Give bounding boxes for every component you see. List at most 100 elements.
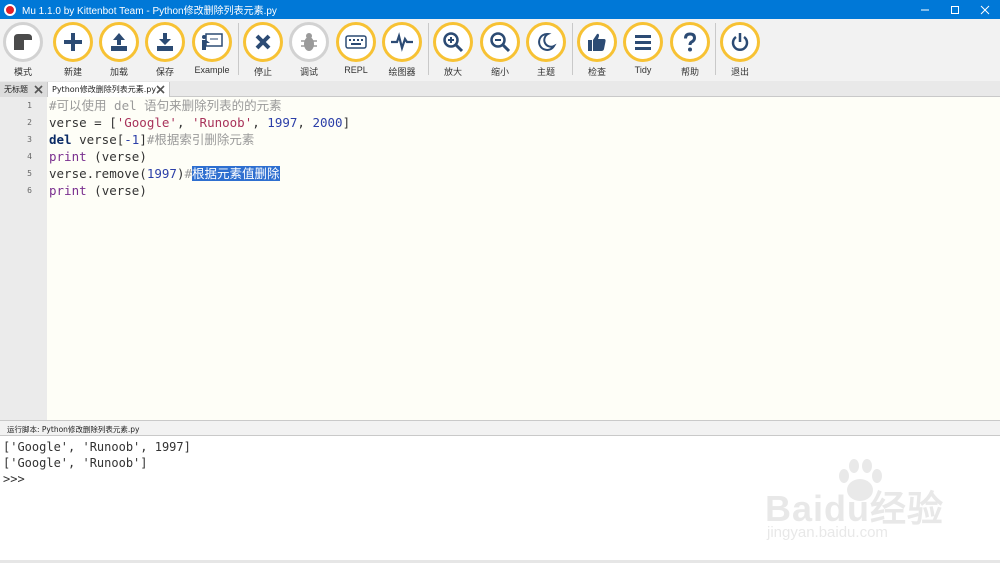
- output-console[interactable]: ['Google', 'Runoob', 1997] ['Google', 'R…: [0, 436, 1000, 560]
- quit-button-label: 退出: [730, 67, 749, 77]
- code-text: #可以使用 del 语句来删除列表的的元素: [49, 97, 282, 114]
- code-token: verse[: [71, 132, 125, 147]
- theme-button-label: 主题: [536, 67, 555, 77]
- check-button[interactable]: 检查: [574, 22, 620, 80]
- help-button[interactable]: 帮助: [667, 22, 713, 80]
- new-button-label: 新建: [63, 67, 82, 77]
- close-icon: [255, 34, 271, 50]
- tidy-button-label: Tidy: [634, 65, 652, 75]
- new-button[interactable]: 新建: [50, 22, 96, 80]
- tidy-button[interactable]: Tidy: [620, 22, 666, 80]
- code-token: print: [49, 149, 87, 164]
- code-line[interactable]: 5 verse.remove(1997)#根据元素值删除: [0, 165, 1000, 182]
- close-icon: [980, 5, 990, 14]
- code-token: ,: [252, 115, 268, 130]
- pulse-icon: [391, 32, 413, 52]
- save-button[interactable]: 保存: [142, 22, 188, 80]
- toolbar-separator: [715, 23, 716, 75]
- close-icon[interactable]: [34, 85, 43, 94]
- thumbs-up-icon: [588, 33, 606, 51]
- quit-button[interactable]: 退出: [717, 22, 763, 80]
- upload-icon: [111, 33, 127, 51]
- check-button-label: 检查: [587, 67, 606, 77]
- code-token: #: [184, 166, 193, 181]
- zoom-out-button-label: 缩小: [490, 67, 509, 77]
- plotter-button[interactable]: 绘图器: [379, 22, 425, 80]
- power-icon: [731, 33, 749, 51]
- keyboard-icon: [345, 35, 367, 49]
- code-token: 1997: [267, 115, 298, 130]
- stop-button-label: 停止: [253, 67, 272, 77]
- close-icon[interactable]: [156, 85, 165, 94]
- zoom-in-button-label: 放大: [443, 67, 462, 77]
- repl-button[interactable]: REPL: [333, 22, 379, 80]
- line-number: 1: [27, 101, 32, 110]
- toolbar-separator: [572, 23, 573, 75]
- code-token: verse = [: [49, 115, 117, 130]
- moon-icon: [538, 32, 557, 51]
- close-window-button[interactable]: [970, 0, 1000, 19]
- line-number: 3: [27, 135, 32, 144]
- repl-button-label: REPL: [344, 65, 368, 75]
- code-token: del: [49, 132, 72, 147]
- load-button-label: 加载: [109, 67, 128, 77]
- line-number: 2: [27, 118, 32, 127]
- line-number: 6: [27, 186, 32, 195]
- zoom-out-icon: [490, 32, 511, 53]
- tab-label: Python修改删除列表元素.py: [52, 85, 157, 94]
- watermark-url: jingyan.baidu.com: [767, 524, 888, 541]
- code-token: ,: [297, 115, 313, 130]
- code-token: (verse): [86, 183, 147, 198]
- code-text: del verse[-1]#根据索引删除元素: [49, 131, 254, 148]
- mode-button[interactable]: 模式: [0, 22, 46, 80]
- code-token: ]: [139, 132, 147, 147]
- baidu-watermark: Baidu经验 jingyan.baidu.com: [765, 458, 980, 543]
- minimize-button[interactable]: [910, 0, 940, 19]
- code-line[interactable]: 2 verse = ['Google', 'Runoob', 1997, 2000…: [0, 114, 1000, 131]
- question-icon: [684, 32, 697, 52]
- zoom-in-icon: [443, 32, 464, 53]
- download-icon: [157, 33, 173, 51]
- selected-text: 根据元素值删除: [192, 166, 280, 181]
- debug-button-label: 调试: [299, 67, 318, 77]
- code-token: 2000: [312, 115, 343, 130]
- code-editor[interactable]: 1 #可以使用 del 语句来删除列表的的元素 2 verse = ['Google'…: [0, 97, 1000, 420]
- tidy-icon: [635, 35, 651, 50]
- toolbar: 模式 新建 加载 保存 Example 停止 调试 REPL 绘图器 放大 缩小…: [0, 19, 1000, 81]
- output-line: ['Google', 'Runoob', 1997]: [3, 440, 191, 454]
- code-line[interactable]: 4 print (verse): [0, 148, 1000, 165]
- tab-untitled[interactable]: 无标题: [0, 82, 48, 97]
- window-controls: [910, 0, 1000, 19]
- maximize-icon: [951, 5, 959, 14]
- code-token: (verse): [86, 149, 147, 164]
- code-line[interactable]: 3 del verse[-1]#根据索引删除元素: [0, 131, 1000, 148]
- stop-button[interactable]: 停止: [240, 22, 286, 80]
- code-line[interactable]: 1 #可以使用 del 语句来删除列表的的元素: [0, 97, 1000, 114]
- example-button-label: Example: [194, 65, 230, 75]
- code-token: 1997: [146, 166, 177, 181]
- plus-icon: [64, 33, 82, 51]
- debug-button[interactable]: 调试: [286, 22, 332, 80]
- zoom-in-button[interactable]: 放大: [430, 22, 476, 80]
- presentation-icon: [202, 33, 223, 50]
- repl-prompt: >>>: [3, 472, 25, 486]
- code-token: verse.remove(: [49, 166, 147, 181]
- code-token: #可以使用 del 语句来删除列表的的元素: [49, 98, 282, 113]
- example-button[interactable]: Example: [189, 22, 235, 80]
- tab-python-file[interactable]: Python修改删除列表元素.py: [48, 82, 170, 97]
- code-text: print (verse): [49, 148, 147, 165]
- theme-button[interactable]: 主题: [523, 22, 569, 80]
- help-button-label: 帮助: [680, 67, 699, 77]
- code-line[interactable]: 6 print (verse): [0, 182, 1000, 199]
- maximize-button[interactable]: [940, 0, 970, 19]
- code-token: ,: [176, 115, 193, 130]
- mode-icon: [14, 34, 32, 50]
- code-text: verse.remove(1997)#根据元素值删除: [49, 165, 280, 182]
- window-title: Mu 1.1.0 by Kittenbot Team - Python修改删除列…: [22, 6, 277, 17]
- save-button-label: 保存: [155, 67, 174, 77]
- code-token: #根据索引删除元素: [146, 132, 255, 147]
- load-button[interactable]: 加载: [96, 22, 142, 80]
- zoom-out-button[interactable]: 缩小: [477, 22, 523, 80]
- plotter-button-label: 绘图器: [388, 67, 416, 77]
- tab-bar: 无标题 Python修改删除列表元素.py: [0, 81, 1000, 97]
